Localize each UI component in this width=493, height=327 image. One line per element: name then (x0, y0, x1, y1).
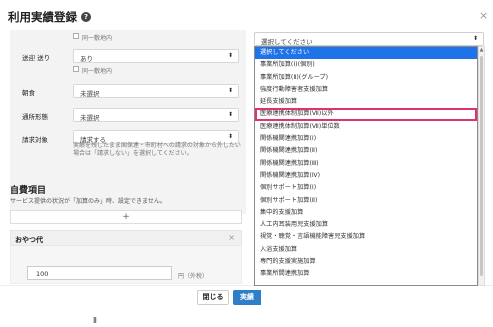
dropdown-option[interactable]: 入浴支援加算 (255, 244, 477, 256)
dropdown-option[interactable]: 事業所加算(Ⅰ)(個別) (255, 59, 477, 71)
close-button[interactable]: 閉じる (197, 290, 229, 305)
addition-dropdown-list: 選択してください 事業所加算(Ⅰ)(個別) 事業所加算(Ⅱ)(グループ) 強度行動障害… (254, 46, 478, 286)
bath-select[interactable]: 未選択 ⬍ (73, 108, 239, 122)
same-building-label-top: 同一敷地内 (82, 35, 113, 42)
self-pay-item-title: おやつ代 (15, 236, 43, 244)
scrollbar-thumb[interactable] (480, 56, 483, 276)
billing-label: 請求対象 (22, 136, 48, 144)
billing-note: 実績を残したまま国保連・市町村への請求の対象から外したい場合は「請求しない」を選… (73, 142, 241, 157)
dropdown-option[interactable]: 関係機関連携加算(Ⅱ) (255, 145, 477, 157)
dropdown-option[interactable]: 関係機関連携加算(Ⅲ) (255, 158, 477, 170)
meal-select[interactable]: 未選択 ⬍ (73, 84, 239, 98)
chevron-updown-icon: ⬍ (227, 52, 233, 59)
chevron-updown-icon: ⬍ (472, 35, 478, 42)
price-input[interactable]: 100 (27, 266, 172, 280)
dropdown-option[interactable]: 人工内耳装用児支援加算 (255, 219, 477, 231)
bath-label: 通所形態 (22, 113, 48, 121)
bath-value: 未選択 (80, 114, 100, 122)
add-self-pay-button[interactable]: + (10, 210, 242, 224)
self-pay-title: 自費項目 (10, 186, 47, 196)
dropdown-option[interactable]: 個別サポート加算(Ⅱ) (255, 195, 477, 207)
chevron-updown-icon: ⬍ (227, 133, 233, 140)
dropdown-option[interactable]: 事業所加算(Ⅱ)(グループ) (255, 72, 477, 84)
close-icon[interactable]: × (228, 233, 235, 242)
dropdown-option[interactable]: 関係機関連携加算(Ⅰ) (255, 133, 477, 145)
self-pay-item-header: おやつ代 × (10, 230, 242, 246)
dropdown-option[interactable]: 専門的支援実施加算 (255, 256, 477, 268)
pickup-label: 送迎 送り (22, 54, 51, 62)
dropdown-option[interactable]: 集中的支援加算 (255, 207, 477, 219)
help-icon[interactable]: ? (81, 12, 91, 22)
scroll-up-arrow-icon[interactable]: ▲ (479, 47, 484, 53)
addition-select-value: 選択してください (261, 38, 313, 46)
meal-value: 未選択 (80, 90, 100, 98)
dropdown-option[interactable]: 事業所間連携加算 (255, 268, 477, 280)
dropdown-option[interactable]: 個別サポート加算(Ⅰ) (255, 182, 477, 194)
meal-label: 朝食 (22, 89, 35, 97)
price-unit: 円（外税） (178, 273, 209, 280)
dropdown-option[interactable]: 視覚・聴覚・言語機能障害児支援加算 (255, 231, 477, 243)
dropdown-scrollbar[interactable]: ▲ (478, 46, 485, 286)
dropdown-option[interactable]: 選択してください (255, 47, 477, 60)
dropdown-option[interactable]: 医療連携体制加算(Ⅶ)単位数 (255, 121, 477, 133)
pickup-select[interactable]: あり ⬍ (73, 49, 239, 63)
dropdown-option[interactable]: 強度行動障害者支援加算 (255, 84, 477, 96)
dropdown-option[interactable]: 医療連携体制加算(Ⅶ)以外 (255, 108, 477, 121)
addition-select[interactable]: 選択してください ⬍ (254, 32, 484, 46)
dropdown-option[interactable]: 延長支援加算 (255, 96, 477, 108)
text-cursor-icon: Ⅱ (93, 316, 97, 325)
same-building-checkbox[interactable] (73, 66, 79, 72)
modal-title: 利用実績登録 ? (8, 9, 91, 25)
submit-button[interactable]: 実績 (233, 290, 261, 305)
same-building-label: 同一敷地内 (82, 68, 113, 75)
pickup-value: あり (80, 55, 93, 63)
close-icon[interactable]: × (479, 10, 488, 21)
dropdown-option[interactable]: 関係機関連携加算(Ⅳ) (255, 170, 477, 182)
chevron-updown-icon: ⬍ (227, 87, 233, 94)
same-building-checkbox-top[interactable] (73, 33, 79, 39)
modal-title-text: 利用実績登録 (8, 10, 77, 24)
chevron-updown-icon: ⬍ (227, 111, 233, 118)
self-pay-note: サービス提供の状況が「加算のみ」時、設定できません。 (10, 198, 166, 205)
